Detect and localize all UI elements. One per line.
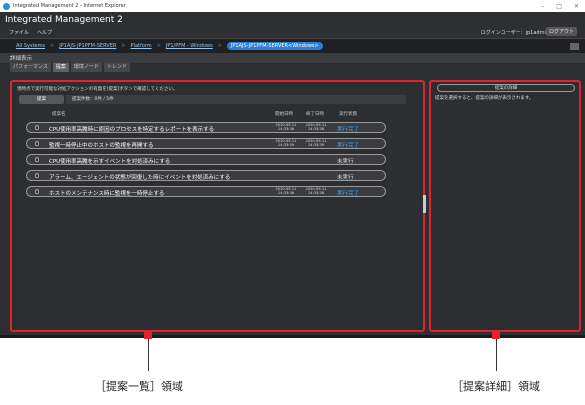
hamburger-menu-icon[interactable] bbox=[570, 42, 579, 50]
browser-titlebar: Integrated Management 2 - Internet Explo… bbox=[0, 0, 585, 12]
end-time: 2020-09-11 14:33:38 bbox=[305, 123, 327, 132]
proposal-title: CPU使用率高騰時に原因のプロセスを特定するレポートを表示する bbox=[49, 127, 215, 133]
status-badge: 実行完了 bbox=[337, 143, 360, 149]
caption-proposal-detail: ［提案詳細］領域 bbox=[452, 380, 540, 393]
proposal-title: CPU使用率高騰を示すイベントを対処済みにする bbox=[49, 159, 171, 165]
app-header: Integrated Management 2 ファイル ヘルプ ログインユーザ… bbox=[0, 12, 585, 39]
column-header-end: 終了日時 bbox=[306, 112, 324, 117]
breadcrumb-host[interactable]: JP1AJS-JP1PFM-SERVER bbox=[59, 43, 116, 49]
proposal-detail-panel: 提案の詳細 提案を選択すると、提案の詳細が表示されます。 bbox=[429, 80, 581, 332]
detail-header: 詳細表示 bbox=[0, 53, 585, 63]
proposal-button[interactable]: 提案 bbox=[19, 95, 64, 104]
proposal-title: 監視一時停止中のホストの監視を再開する bbox=[49, 143, 154, 149]
callout-line-left bbox=[148, 339, 149, 371]
end-time: 2020-09-11 14:33:38 bbox=[305, 187, 327, 196]
column-header-name: 提案名 bbox=[52, 112, 66, 117]
proposal-row[interactable]: ホストのメンテナンス時に監視を一時停止する 2020-09-11 14:33:3… bbox=[26, 186, 386, 197]
tab-proposal[interactable]: 提案 bbox=[52, 63, 69, 72]
menu-help[interactable]: ヘルプ bbox=[37, 29, 52, 36]
ie-icon bbox=[3, 2, 10, 10]
column-header-start: 開始日時 bbox=[275, 112, 293, 117]
splitter-handle[interactable] bbox=[423, 195, 426, 213]
lightbulb-icon bbox=[35, 125, 39, 130]
callout-line-right bbox=[496, 339, 497, 371]
proposal-list-description: 現時点で実行可能な対処アクションの有無を[提案]ボタンで確認してください。 bbox=[17, 87, 178, 92]
lightbulb-icon bbox=[35, 173, 39, 178]
proposal-title: アラーム、エージェントの状態が回復した時にイベントを対処済みにする bbox=[49, 175, 231, 181]
breadcrumb-pfm-windows[interactable]: JP1/PFM - Windows bbox=[166, 43, 213, 49]
proposal-count: 提案件数：0件 / 5件 bbox=[66, 95, 406, 104]
breadcrumb-all-systems[interactable]: All Systems bbox=[16, 43, 45, 49]
proposal-title: ホストのメンテナンス時に監視を一時停止する bbox=[49, 191, 165, 197]
status-badge: 未実行 bbox=[337, 175, 354, 181]
proposal-row[interactable]: CPU使用率高騰時に原因のプロセスを特定するレポートを表示する 2020-09-… bbox=[26, 122, 386, 133]
logout-button[interactable]: ログアウト bbox=[545, 27, 577, 36]
tab-trend[interactable]: トレンド bbox=[103, 63, 130, 72]
column-header-status: 実行状態 bbox=[339, 112, 357, 117]
proposal-detail-title: 提案の詳細 bbox=[437, 84, 575, 92]
start-time: 2020-09-11 14:33:36 bbox=[275, 123, 297, 132]
proposal-detail-description: 提案を選択すると、提案の詳細が表示されます。 bbox=[435, 96, 534, 101]
breadcrumb-separator: > bbox=[121, 43, 126, 49]
callout-marker-left bbox=[144, 331, 152, 339]
breadcrumb-platform[interactable]: Platform bbox=[131, 43, 152, 49]
maximize-icon[interactable]: □ bbox=[556, 3, 562, 10]
callout-marker-right bbox=[492, 331, 500, 339]
status-badge: 実行完了 bbox=[337, 127, 360, 133]
proposal-row[interactable]: CPU使用率高騰を示すイベントを対処済みにする 未実行 bbox=[26, 154, 386, 165]
login-user: ログインユーザー：jp1admin bbox=[480, 30, 549, 36]
start-time: 2020-09-11 14:33:36 bbox=[275, 187, 297, 196]
tab-bar: パフォーマンス 提案 環境ノード トレンド bbox=[0, 63, 585, 72]
lightbulb-icon bbox=[35, 157, 39, 162]
close-icon[interactable]: ✕ bbox=[574, 3, 579, 10]
breadcrumb-separator: > bbox=[217, 43, 222, 49]
lightbulb-icon bbox=[35, 141, 39, 146]
tab-performance[interactable]: パフォーマンス bbox=[10, 63, 51, 72]
breadcrumb-separator: > bbox=[50, 43, 55, 49]
status-badge: 実行完了 bbox=[337, 191, 360, 197]
menu-file[interactable]: ファイル bbox=[9, 29, 29, 36]
app-title: Integrated Management 2 bbox=[5, 15, 123, 25]
proposal-row[interactable]: 監視一時停止中のホストの監視を再開する 2020-09-11 14:33:39 … bbox=[26, 138, 386, 149]
tab-environment-node[interactable]: 環境ノード bbox=[70, 63, 102, 72]
status-badge: 未実行 bbox=[337, 159, 354, 165]
caption-proposal-list: ［提案一覧］領域 bbox=[95, 380, 183, 393]
end-time: 2020-09-11 14:33:39 bbox=[305, 139, 327, 148]
proposal-row[interactable]: アラーム、エージェントの状態が回復した時にイベントを対処済みにする 未実行 bbox=[26, 170, 386, 181]
breadcrumb: All Systems > JP1AJS-JP1PFM-SERVER > Pla… bbox=[0, 39, 585, 53]
lightbulb-icon bbox=[35, 189, 39, 194]
proposal-list-panel: 現時点で実行可能な対処アクションの有無を[提案]ボタンで確認してください。 提案… bbox=[10, 80, 425, 332]
minimize-icon[interactable]: – bbox=[541, 3, 544, 10]
breadcrumb-separator: > bbox=[156, 43, 161, 49]
browser-title: Integrated Management 2 - Internet Explo… bbox=[13, 3, 126, 9]
breadcrumb-current: JP1AJS-JP1PFM-SERVER<Windows> bbox=[226, 42, 323, 50]
start-time: 2020-09-11 14:33:39 bbox=[275, 139, 297, 148]
